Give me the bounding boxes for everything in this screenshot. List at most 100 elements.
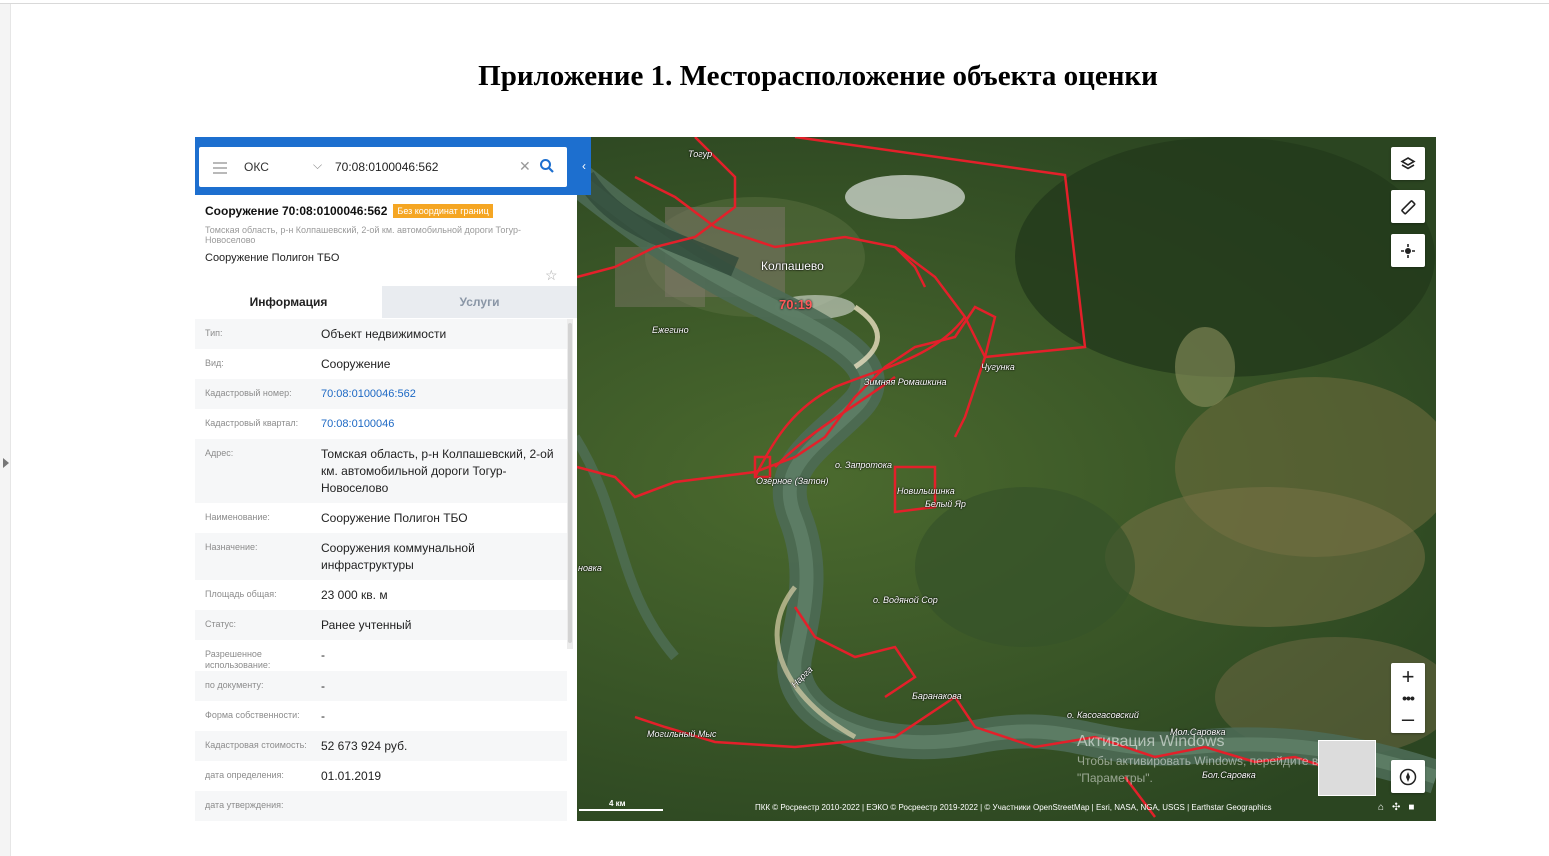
map-label-kasogasovsky: о. Касогасовский [1067, 710, 1139, 720]
map-label-zimnyaya: Зимняя Ромашкина [864, 377, 947, 387]
favorite-star-icon[interactable]: ☆ [545, 267, 558, 284]
table-row: Адрес: Томская область, р-н Колпашевский,… [195, 439, 567, 503]
layers-button[interactable] [1391, 147, 1425, 180]
row-label: Вид: [205, 358, 224, 368]
map-label-bely-yar: Белый Яр [925, 499, 966, 509]
row-label: Кадастровый номер: [205, 388, 292, 398]
windows-watermark-line2: "Параметры". [1077, 771, 1153, 785]
table-row: Кадастровый номер: 70:08:0100046:562 [195, 379, 567, 409]
table-row: Разрешенное использование: - [195, 640, 567, 671]
map-label-baranakovo: Баранакова [912, 691, 962, 701]
table-row: Наименование: Сооружение Полигон ТБО [195, 503, 567, 533]
search-icon[interactable] [539, 158, 555, 179]
search-box: ОКС ⌵ 70:08:0100046:562 ✕ [199, 147, 567, 187]
locate-button[interactable] [1391, 234, 1425, 267]
top-border [0, 3, 1549, 4]
row-value: Томская область, р-н Колпашевский, 2-ой … [321, 447, 554, 495]
object-name: Сооружение Полигон ТБО [205, 252, 340, 264]
map-label-ozernoe: Озёрное (Затон) [756, 476, 829, 486]
table-row: Кадастровый квартал: 70:08:0100046 [195, 409, 567, 439]
minimap[interactable] [1318, 740, 1376, 796]
row-value: Сооружение Полигон ТБО [321, 511, 468, 525]
table-row: дата определения: 01.01.2019 [195, 761, 567, 791]
map-label-chugunka: Чугунка [981, 362, 1015, 372]
map-label-vodyanoy: о. Водяной Сор [873, 595, 938, 605]
document-title: Приложение 1. Месторасположение объекта … [478, 60, 1158, 92]
collapse-panel-icon[interactable]: ‹ [577, 157, 591, 175]
tab-services[interactable]: Услуги [382, 286, 577, 318]
row-label: Кадастровая стоимость: [205, 740, 307, 750]
map-label-togur: Тогур [688, 149, 713, 159]
map-footer-icons[interactable]: ⌂✣■ [1378, 802, 1422, 813]
tab-bar: Информация Услуги [195, 286, 577, 318]
row-label: дата определения: [205, 770, 284, 780]
map-label-kolpashevo: Колпашево [761, 259, 824, 273]
row-value: Сооружение [321, 357, 391, 371]
layers-icon [1400, 156, 1416, 169]
zoom-out-button[interactable]: – [1391, 705, 1425, 733]
table-row: Площадь общая: 23 000 кв. м [195, 580, 567, 610]
table-row: по документу: - [195, 671, 567, 701]
row-value [321, 791, 567, 821]
tab-information[interactable]: Информация [195, 286, 382, 318]
row-label: Кадастровый квартал: [205, 418, 299, 428]
map-label-parcel: 70:19 [779, 297, 813, 312]
search-bar: ОКС ⌵ 70:08:0100046:562 ✕ ‹ [195, 137, 591, 195]
left-gutter [0, 4, 11, 856]
row-label: дата утверждения: [205, 800, 284, 810]
map-label-ezhegino: Ежегино [652, 325, 689, 335]
map-label-bol-sarovka: Бол.Саровка [1202, 770, 1256, 780]
map-attribution: ПКК © Росреестр 2010-2022 | ЕЭКО © Росре… [755, 803, 1272, 812]
row-value: Сооружения коммунальной инфраструктуры [321, 541, 475, 572]
expand-arrow-icon[interactable] [3, 458, 9, 468]
table-row: Назначение: Сооружения коммунальной инфра… [195, 533, 567, 580]
table-row: Форма собственности: - [195, 701, 567, 731]
compass-button[interactable] [1391, 760, 1425, 793]
map-label-mogilny: Могильный Мыс [647, 729, 717, 739]
row-label: Разрешенное использование: [205, 649, 271, 670]
status-badge: Без координат границ [393, 204, 493, 218]
more-button[interactable]: ••• [1391, 690, 1425, 706]
object-type-select[interactable]: ОКС [244, 160, 269, 174]
row-label: Статус: [205, 619, 236, 629]
row-value-link[interactable]: 70:08:0100046:562 [321, 379, 567, 409]
menu-icon[interactable] [213, 162, 227, 177]
map-label-novka: новка [578, 563, 602, 573]
table-row: Тип: Объект недвижимости [195, 319, 567, 349]
object-heading: Сооружение 70:08:0100046:562 Без координа… [205, 204, 493, 218]
row-label: Адрес: [205, 448, 234, 458]
row-value: - [321, 648, 325, 662]
chevron-down-icon[interactable]: ⌵ [313, 158, 322, 173]
search-input[interactable]: 70:08:0100046:562 [335, 160, 438, 174]
windows-watermark-title: Активация Windows [1077, 733, 1225, 750]
measure-button[interactable] [1391, 190, 1425, 223]
table-row: Вид: Сооружение [195, 349, 567, 379]
ruler-icon [1401, 199, 1416, 214]
row-value-link[interactable]: 70:08:0100046 [321, 409, 567, 439]
table-row: дата утверждения: [195, 791, 567, 821]
scrollbar-thumb[interactable] [568, 323, 572, 643]
row-value: 52 673 924 руб. [321, 739, 408, 753]
row-value: - [321, 679, 325, 693]
row-value: 23 000 кв. м [321, 588, 388, 602]
row-label: Форма собственности: [205, 710, 300, 720]
row-label: Площадь общая: [205, 589, 277, 599]
object-title: Сооружение 70:08:0100046:562 [205, 204, 388, 218]
zoom-in-button[interactable]: + [1391, 663, 1425, 691]
table-row: Кадастровая стоимость: 52 673 924 руб. [195, 731, 567, 761]
scale-bar: 4 км [579, 799, 663, 811]
row-value: - [321, 709, 325, 723]
row-value: Объект недвижимости [321, 327, 447, 341]
info-table: Тип: Объект недвижимости Вид: Сооружение Кад… [195, 319, 567, 821]
row-value: 01.01.2019 [321, 769, 382, 783]
info-panel: Сооружение 70:08:0100046:562 Без координа… [195, 195, 577, 821]
zoom-controls: + ••• – [1391, 663, 1425, 733]
row-label: Назначение: [205, 542, 258, 552]
row-label: Наименование: [205, 512, 270, 522]
row-label: по документу: [205, 680, 264, 690]
map-screenshot: Тогур Колпашево 70:19 Ежегино Зимняя Ром… [195, 137, 1436, 821]
table-row: Статус: Ранее учтенный [195, 610, 567, 640]
object-address: Томская область, р-н Колпашевский, 2-ой … [205, 225, 522, 245]
map-label-novilshinka: Новильшинка [897, 486, 955, 496]
clear-icon[interactable]: ✕ [519, 158, 531, 175]
